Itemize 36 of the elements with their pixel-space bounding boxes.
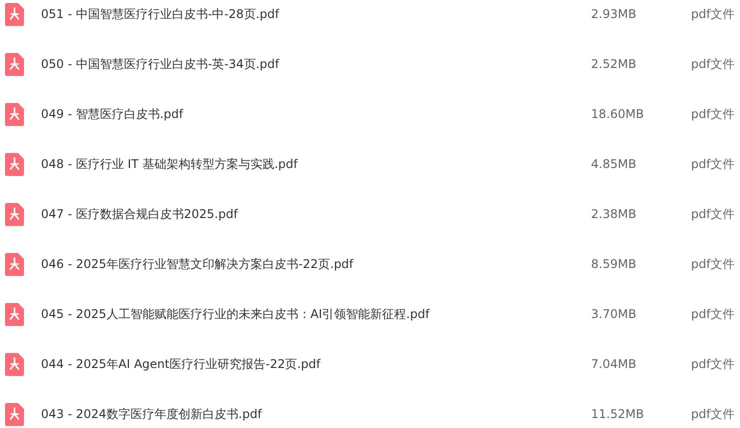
file-type: pdf文件 <box>691 256 734 272</box>
file-type: pdf文件 <box>691 356 734 372</box>
file-type: pdf文件 <box>691 306 734 322</box>
file-name[interactable]: 045 - 2025人工智能赋能医疗行业的未来白皮书：AI引领智能新征程.pdf <box>41 306 591 322</box>
pdf-file-icon <box>5 252 24 276</box>
file-type: pdf文件 <box>691 406 734 422</box>
file-size: 2.38MB <box>591 207 638 221</box>
file-name[interactable]: 043 - 2024数字医疗年度创新白皮书.pdf <box>41 406 591 422</box>
pdf-file-icon <box>5 402 24 426</box>
pdf-file-icon <box>5 52 24 76</box>
file-name[interactable]: 044 - 2025年AI Agent医疗行业研究报告-22页.pdf <box>41 356 591 372</box>
file-type: pdf文件 <box>691 56 734 72</box>
file-size: 18.60MB <box>591 107 645 121</box>
file-type: pdf文件 <box>691 106 734 122</box>
file-name[interactable]: 050 - 中国智慧医疗行业白皮书-英-34页.pdf <box>41 56 591 72</box>
file-size: 4.85MB <box>591 157 638 171</box>
file-type: pdf文件 <box>691 156 734 172</box>
file-type: pdf文件 <box>691 206 734 222</box>
file-name[interactable]: 046 - 2025年医疗行业智慧文印解决方案白皮书-22页.pdf <box>41 256 591 272</box>
file-name[interactable]: 048 - 医疗行业 IT 基础架构转型方案与实践.pdf <box>41 156 591 172</box>
file-size: 2.93MB <box>591 7 638 21</box>
file-size: 11.52MB <box>591 407 645 421</box>
pdf-file-icon <box>5 152 24 176</box>
file-size: 2.52MB <box>591 57 638 71</box>
pdf-file-icon <box>5 352 24 376</box>
file-name[interactable]: 049 - 智慧医疗白皮书.pdf <box>41 106 591 122</box>
file-type: pdf文件 <box>691 6 734 22</box>
file-size: 7.04MB <box>591 357 638 371</box>
file-size: 8.59MB <box>591 257 638 271</box>
file-name[interactable]: 047 - 医疗数据合规白皮书2025.pdf <box>41 206 591 222</box>
file-name[interactable]: 051 - 中国智慧医疗行业白皮书-中-28页.pdf <box>41 6 591 22</box>
pdf-file-icon <box>5 202 24 226</box>
file-size: 3.70MB <box>591 307 638 321</box>
pdf-file-icon <box>5 102 24 126</box>
pdf-file-icon <box>5 2 24 26</box>
pdf-file-icon <box>5 302 24 326</box>
